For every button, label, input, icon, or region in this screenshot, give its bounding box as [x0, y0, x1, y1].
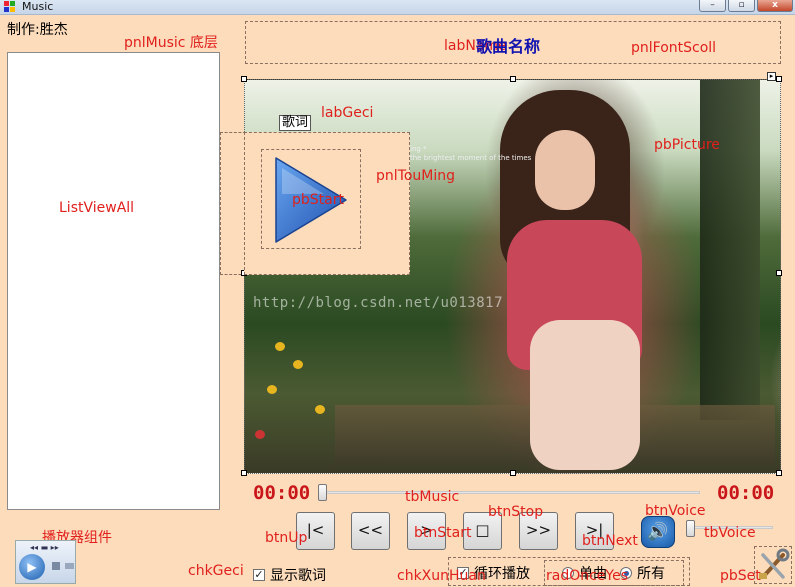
- design-label-chkgeci: chkGeci: [188, 563, 244, 579]
- volume-thumb[interactable]: [686, 520, 695, 537]
- design-label-chkxunhuan: chkXunHuan: [397, 568, 486, 584]
- design-label-radonceyes: radOnceYes: [546, 568, 629, 584]
- design-label-labgeci: labGeci: [321, 105, 374, 121]
- photo-tree: [700, 80, 760, 420]
- app-icon: [4, 1, 17, 13]
- checkmark-icon[interactable]: ✓: [253, 569, 265, 581]
- photo-flower: [267, 385, 277, 394]
- design-label-tbmusic: tbMusic: [405, 489, 460, 505]
- lyrics-label: 歌词: [279, 115, 312, 131]
- current-time: 00:00: [253, 482, 311, 504]
- player-stop-icon[interactable]: [52, 562, 60, 570]
- total-time: 00:00: [717, 482, 775, 504]
- resize-handle[interactable]: [241, 76, 247, 82]
- design-label-btnnext: btnNext: [582, 533, 638, 549]
- minimize-button[interactable]: –: [699, 0, 726, 12]
- song-title: 歌曲名称: [476, 37, 541, 56]
- design-label-btnup: btnUp: [265, 530, 308, 546]
- design-label-btnstop: btnStop: [488, 504, 544, 520]
- design-label-pbpicture: pbPicture: [654, 137, 720, 153]
- design-label-tbvoice: tbVoice: [704, 525, 756, 541]
- title-bar: Music – ▫ x: [0, 0, 795, 15]
- player-next-icon[interactable]: [65, 563, 74, 569]
- resize-handle[interactable]: [510, 470, 516, 476]
- previous-button[interactable]: <<: [351, 512, 390, 550]
- photo-flower: [293, 360, 303, 369]
- tools-icon: [759, 548, 790, 579]
- photo-flower: [255, 430, 265, 439]
- all-mode-label: 所有: [637, 566, 665, 582]
- volume-icon[interactable]: 🔊: [641, 516, 675, 548]
- watermark: http://blog.csdn.net/u013817: [253, 295, 504, 311]
- player-seek-icon: ◂◂ ▬ ▸▸: [30, 543, 59, 552]
- design-label-pbstart: pbStart: [292, 192, 344, 208]
- music-progress-track[interactable]: [320, 491, 700, 494]
- song-list[interactable]: [7, 52, 220, 510]
- author-label: 制作:胜杰: [7, 22, 68, 38]
- show-lyrics-label: 显示歌词: [270, 568, 326, 584]
- resize-handle[interactable]: [241, 470, 247, 476]
- design-label-btnstart: btnStart: [414, 525, 472, 541]
- resize-handle[interactable]: [776, 76, 782, 82]
- show-lyrics-checkbox[interactable]: ✓ 显示歌词: [253, 565, 326, 585]
- resize-handle[interactable]: [776, 470, 782, 476]
- resize-handle[interactable]: [776, 270, 782, 276]
- photo-face: [535, 130, 595, 210]
- photo-flower: [275, 342, 285, 351]
- maximize-button[interactable]: ▫: [728, 0, 755, 12]
- design-label-pnlfontscoll: pnlFontScoll: [631, 40, 717, 56]
- settings-picture[interactable]: [754, 546, 792, 584]
- resize-handle[interactable]: [510, 76, 516, 82]
- player-play-icon[interactable]: ▶: [19, 554, 45, 580]
- photo-caption: ing * the brightest moment of the times: [410, 145, 532, 162]
- design-label-pnltouming: pnlTouMing: [376, 168, 455, 184]
- design-label-pnlmusic: pnlMusic 底层: [124, 35, 218, 51]
- design-label-listviewall: ListViewAll: [59, 200, 135, 216]
- media-player-component[interactable]: ◂◂ ▬ ▸▸ ▶: [15, 540, 76, 584]
- close-button[interactable]: x: [757, 0, 793, 12]
- smart-tag-icon[interactable]: ▸: [767, 72, 776, 81]
- photo-flower: [315, 405, 325, 414]
- music-progress-thumb[interactable]: [318, 484, 327, 501]
- photo-legs: [530, 320, 640, 470]
- window-title: Music: [22, 0, 54, 13]
- design-label-btnvoice: btnVoice: [645, 503, 706, 519]
- panel-guide: [220, 132, 246, 275]
